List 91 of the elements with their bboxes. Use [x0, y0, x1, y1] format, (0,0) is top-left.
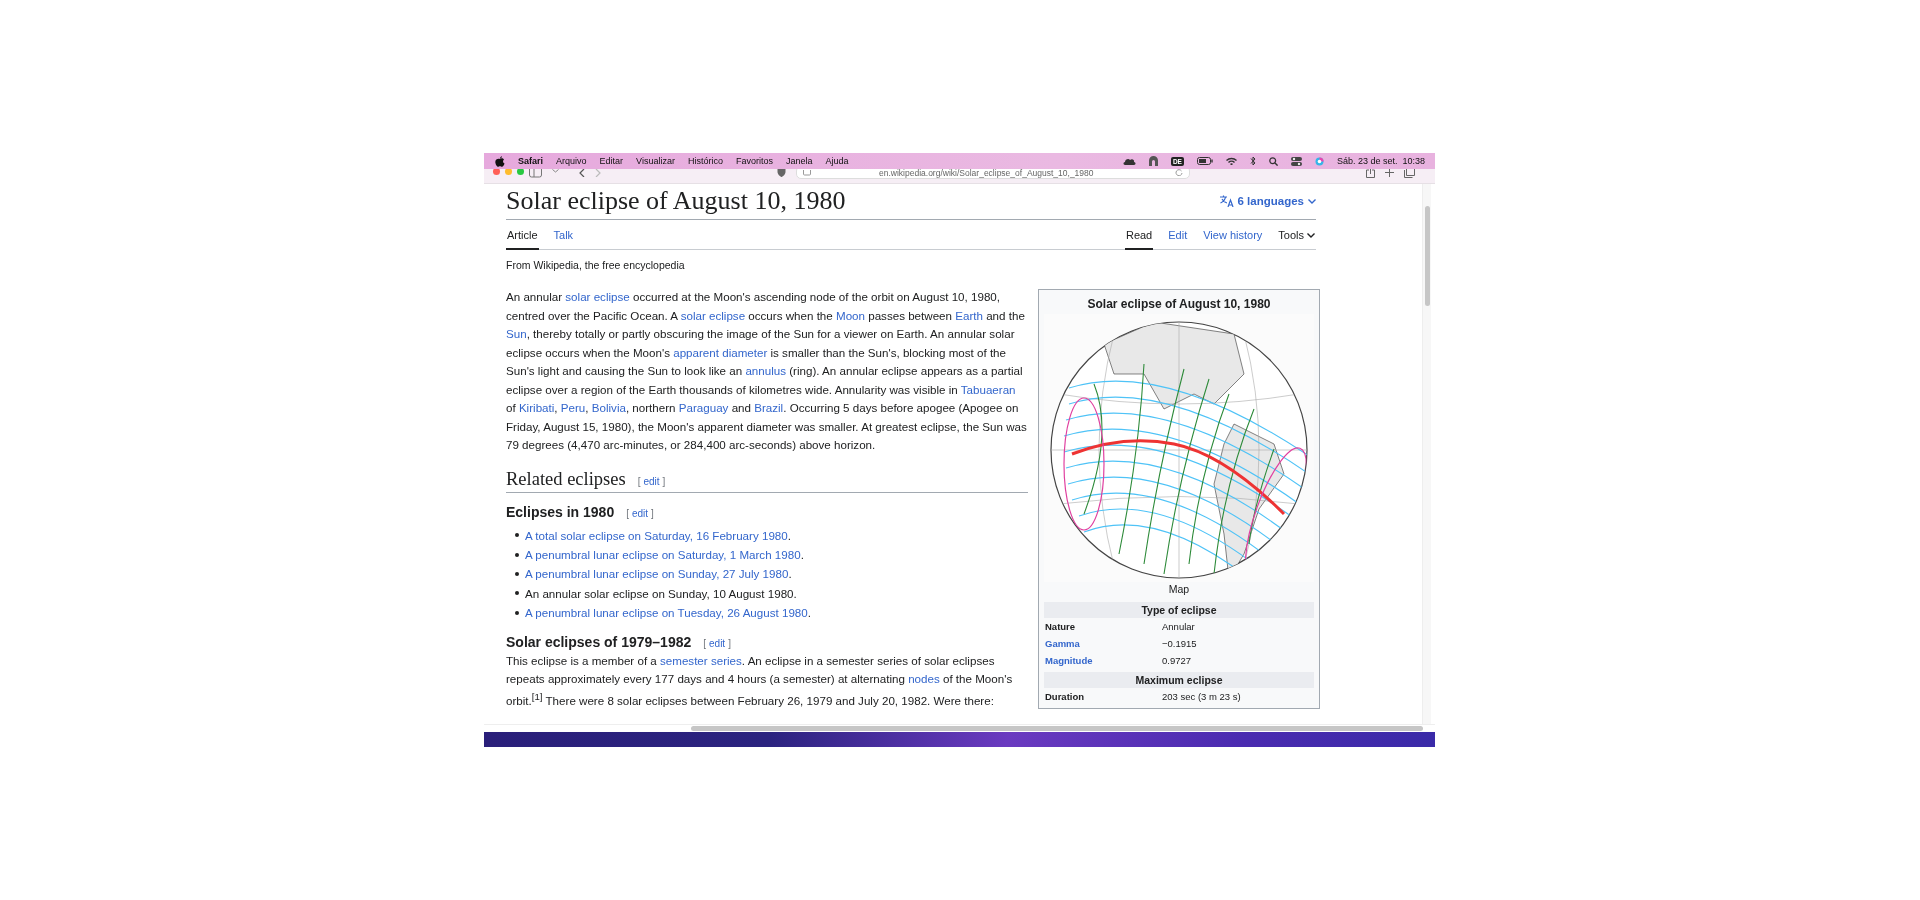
tab[interactable]: Read [1124, 222, 1154, 250]
menu-item[interactable]: Favoritos [735, 156, 773, 166]
link[interactable]: annulus [745, 364, 787, 377]
infobox-label-link[interactable]: Magnitude [1045, 655, 1162, 666]
list-item: A penumbral lunar eclipse on Sunday, 27 July 1980. [525, 566, 792, 583]
chevron-down-icon [1307, 232, 1315, 238]
chevron-down-icon [1308, 198, 1316, 204]
link[interactable]: Bolivia [591, 401, 626, 414]
infobox-label: Duration [1045, 691, 1086, 702]
toggles-icon[interactable] [1290, 156, 1302, 166]
map-caption: Map [1167, 582, 1191, 597]
orb-icon[interactable] [1314, 156, 1324, 166]
edit-link[interactable]: edit [709, 637, 726, 649]
edit-link[interactable]: edit [631, 507, 649, 519]
section-heading: Related eclipses [506, 467, 626, 491]
link[interactable]: nodes [908, 672, 940, 686]
translate-icon [1219, 195, 1234, 207]
list-item: A penumbral lunar eclipse on Tuesday, 26 August 1980. [525, 605, 811, 622]
share-icon[interactable] [1366, 169, 1375, 178]
link[interactable]: solar eclipse [680, 308, 746, 322]
infobox-value: −0.1915 [1162, 638, 1197, 649]
infobox-header: Type of eclipse [1044, 602, 1314, 618]
tab[interactable]: Talk [552, 222, 575, 250]
bullet-icon [515, 610, 519, 615]
dome-icon[interactable] [1148, 156, 1158, 166]
tab-icon [803, 169, 811, 176]
page-title: Solar eclipse of August 10, 1980 [506, 186, 846, 216]
bracket: [ [626, 507, 629, 519]
bullet-icon [515, 552, 519, 557]
sidebar-icon[interactable] [529, 169, 542, 178]
infobox-header: Maximum eclipse [1044, 672, 1314, 688]
infobox-title: Solar eclipse of August 10, 1980 [1086, 296, 1272, 313]
tools-menu[interactable]: Tools [1277, 222, 1316, 250]
link[interactable]: apparent diameter [673, 345, 768, 359]
tab[interactable]: Article [506, 222, 539, 250]
tabs-overview-icon[interactable] [1404, 169, 1415, 178]
close-button[interactable] [493, 169, 500, 175]
cloud-icon[interactable] [1122, 157, 1136, 165]
link[interactable]: A penumbral lunar eclipse on Saturday, 1 March 1980 [525, 547, 801, 561]
infobox-value: 203 sec (3 m 23 s) [1162, 691, 1241, 702]
infobox-label-link[interactable]: Gamma [1045, 638, 1162, 649]
subsection-heading: Solar eclipses of 1979–1982 [506, 632, 692, 652]
link[interactable]: Moon [836, 308, 865, 322]
infobox-label: Nature [1045, 621, 1077, 632]
bracket: [ [703, 637, 706, 649]
subsection-heading: Eclipses in 1980 [506, 502, 615, 522]
bullet-icon [515, 591, 519, 596]
vertical-scrollbar[interactable] [1422, 184, 1431, 724]
shield-icon[interactable] [777, 169, 786, 177]
menu-item[interactable]: Safari [518, 156, 543, 166]
bracket: ] [651, 507, 654, 519]
link[interactable]: semester series [660, 653, 742, 667]
paragraph: An annular solar eclipse occurred at the Moon's ascending node of the orbit on August 10, 1980, centred over the Pacific Ocean. A solar eclipse occurs when the Moon passes between Earth and the Sun, thereby totally or partly obscuring the image of the Sun for a viewer on Earth. An annular solar eclipse occurs when the Moon's apparent diameter is smaller than the Sun's, blocking most of the Sun's light and causing the Sun to look like an annulus (ring). An annular eclipse appears as a partial eclipse over a region of the Earth thousands of kilometres wide. Annularity was visible in Tabuaeran of Kiribati, Peru, Bolivia, northern Paraguay and Brazil. Occurring 5 days before apogee (Apogee on Friday, August 15, 1980), the Moon's apparent diameter was smaller. At greatest eclipse, the Sun was 79 degrees (4,470 arc-minutes, or 284,400 arc-seconds) above horizon. [506, 289, 1028, 453]
menu-item[interactable]: Ajuda [825, 156, 849, 166]
bracket: [ [637, 475, 641, 487]
list-item: A total solar eclipse on Saturday, 16 February 1980. [525, 527, 791, 544]
infobox-value: Annular [1162, 621, 1195, 632]
languages-button[interactable]: 6 languages [1219, 195, 1316, 207]
link[interactable]: Paraguay [678, 401, 729, 414]
tagline: From Wikipedia, the free encyclopedia [506, 259, 686, 271]
list-item: An annular solar eclipse on Sunday, 10 August 1980. [525, 585, 797, 602]
tab[interactable]: View history [1202, 222, 1264, 250]
clock[interactable]: Sáb. 23 de set. 10:38 [1336, 156, 1425, 166]
link[interactable]: solar eclipse [565, 290, 630, 303]
search-icon[interactable] [1268, 156, 1278, 166]
link[interactable]: Sun [506, 327, 527, 340]
bracket: ] [662, 475, 666, 487]
wifi-icon[interactable] [1225, 157, 1237, 165]
back-icon[interactable] [579, 169, 585, 177]
menu-item[interactable]: Histórico [687, 156, 723, 166]
plus-icon[interactable] [1385, 169, 1394, 178]
menu-item[interactable]: Janela [785, 156, 813, 166]
apple-icon[interactable] [495, 155, 505, 167]
link[interactable]: Tabuaeran [960, 382, 1016, 396]
link[interactable]: A total solar eclipse on Saturday, 16 February 1980 [525, 528, 788, 542]
menu-item[interactable]: Editar [599, 156, 624, 166]
battery-icon[interactable] [1196, 157, 1213, 165]
list-item: A penumbral lunar eclipse on Saturday, 1 March 1980. [525, 546, 804, 563]
link[interactable]: A penumbral lunar eclipse on Tuesday, 26 August 1980 [525, 606, 808, 620]
bullet-icon [515, 533, 519, 538]
edit-link[interactable]: edit [643, 475, 660, 487]
tab[interactable]: Edit [1167, 222, 1189, 250]
bracket: ] [728, 637, 731, 649]
menu-item[interactable]: Visualizar [636, 156, 675, 166]
menu-item[interactable]: Arquivo [556, 156, 587, 166]
link[interactable]: Earth [955, 308, 983, 322]
paragraph: This eclipse is a member of a semester series. An eclipse in a semester series of solar eclipses repeats approximately every 177 days and 4 hours (a semester) at alternating nodes of the Moon's orbit.$^{[1]}$ There were 8 solar eclipses between February 26, 1979 and July 20, 1982. Were there: [506, 652, 1014, 710]
bullet-icon [515, 572, 519, 576]
infobox-value: 0.9727 [1162, 655, 1192, 666]
bluetooth-icon[interactable] [1249, 156, 1256, 166]
address-field[interactable]: en.wikipedia.org/wiki/Solar_eclipse_of_August_10,_1980 [796, 169, 1190, 179]
